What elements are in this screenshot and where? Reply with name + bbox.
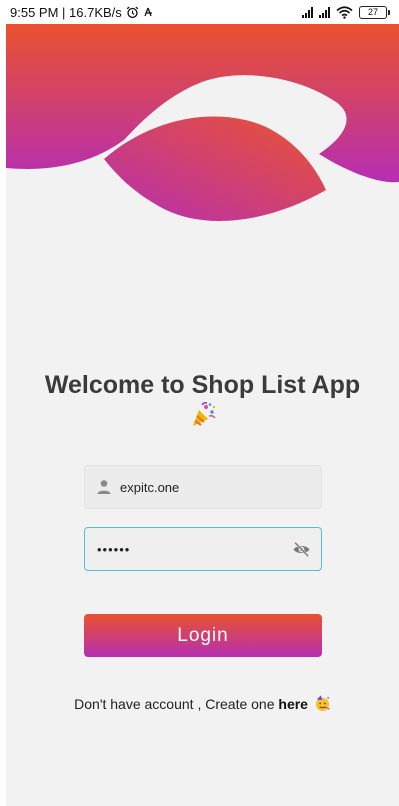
app-container: Welcome to Shop List App expitc.one ••••… xyxy=(6,24,399,806)
password-input[interactable] xyxy=(97,528,287,570)
welcome-heading: Welcome to Shop List App xyxy=(6,369,399,429)
battery-icon: 27 xyxy=(359,5,390,19)
header-wave-graphic xyxy=(6,24,399,221)
signup-text: Don't have account , Create one xyxy=(74,696,275,712)
party-popper-icon xyxy=(192,402,216,426)
alarm-icon xyxy=(126,6,139,18)
signup-link[interactable]: here xyxy=(278,696,308,712)
email-input[interactable] xyxy=(120,466,310,508)
visibility-off-icon[interactable] xyxy=(292,540,311,559)
party-face-icon xyxy=(315,695,330,712)
password-field[interactable] xyxy=(84,527,322,571)
status-time-speed: 9:55 PM | 16.7KB/s xyxy=(10,4,122,20)
status-bar: 9:55 PM | 16.7KB/s 27 xyxy=(0,0,399,24)
login-button[interactable]: Login xyxy=(84,614,322,657)
wifi-icon xyxy=(336,5,353,19)
welcome-title: Welcome to Shop List App xyxy=(44,371,361,399)
status-right: 27 xyxy=(302,5,390,19)
data-saver-icon xyxy=(144,7,152,16)
email-field[interactable] xyxy=(84,465,322,509)
signal-icon-2 xyxy=(319,6,330,18)
status-left: 9:55 PM | 16.7KB/s xyxy=(10,5,153,20)
signup-prompt: Don't have account , Create one here xyxy=(6,695,399,712)
phone-screen: 9:55 PM | 16.7KB/s 27 Welcome to Shop Li… xyxy=(0,0,399,806)
signal-icon xyxy=(302,6,313,18)
person-icon xyxy=(97,480,111,494)
